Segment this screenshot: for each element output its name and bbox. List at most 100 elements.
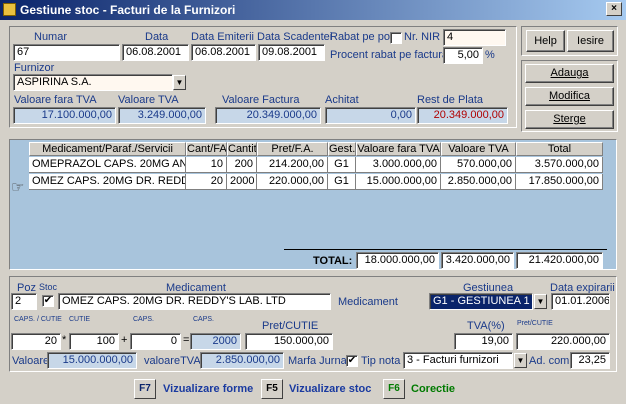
tip-nota-field[interactable]: 3 - Facturi furnizori [403, 352, 513, 369]
table-cell[interactable]: 214.200,00 [257, 157, 328, 173]
iesire-button[interactable]: Iesire [567, 30, 614, 52]
gestiunea-field[interactable]: G1 - GESTIUNEA 1 [429, 293, 533, 310]
total-label: TOTAL: [313, 255, 353, 267]
furnizor-label: Furnizor [14, 62, 55, 74]
tva-label: TVA(%) [467, 320, 505, 332]
total-value: 21.420.000,00 [516, 252, 603, 269]
table-cell[interactable]: 15.000.000,00 [356, 174, 441, 190]
column-header[interactable]: Cant/FA [186, 142, 227, 156]
table-cell[interactable]: G1 [328, 157, 356, 173]
table-cell[interactable]: 570.000,00 [441, 157, 516, 173]
sterge-button[interactable]: Sterge [525, 110, 614, 129]
gestiunea-dropdown-icon[interactable]: ▼ [534, 294, 547, 309]
stoc-checkbox[interactable]: ✔ [42, 295, 54, 307]
furnizor-field[interactable]: ASPIRINA S.A. [13, 74, 173, 91]
valoare-tva-field: 2.850.000,00 [200, 352, 284, 369]
total-fara-tva: 18.000.000,00 [356, 252, 439, 269]
table-cell[interactable]: 2.850.000,00 [441, 174, 516, 190]
stoc-label: Stoc [39, 282, 58, 292]
multiply-sign: * [62, 334, 67, 346]
table-cell[interactable]: 2000 [227, 174, 257, 190]
column-header[interactable]: Medicament/Paraf./Servicii [29, 142, 186, 156]
f5-label[interactable]: Vizualizare stoc [289, 383, 371, 395]
rabat-checkbox[interactable] [390, 32, 402, 44]
table-cell[interactable]: 20 [186, 174, 227, 190]
marfa-jurnal-label: Marfa Jurnal [288, 355, 350, 367]
table-cell[interactable]: OMEPRAZOL CAPS. 20MG ANTI [29, 157, 186, 173]
achitat-field: 0,00 [325, 107, 416, 124]
cutie-field[interactable]: 100 [69, 333, 119, 350]
caps2-label: CAPS. [193, 316, 215, 323]
column-header[interactable]: Pret/F.A. [257, 142, 328, 156]
column-header[interactable]: Gest. [328, 142, 356, 156]
numar-field[interactable]: 67 [13, 44, 120, 61]
pret-cutie-label: Pret/CUTIE [262, 320, 319, 332]
table-cell[interactable]: 3.000.000,00 [356, 157, 441, 173]
total-divider [284, 249, 607, 250]
nr-nir-field[interactable]: 4 [443, 29, 506, 46]
column-header[interactable]: Cantit. [227, 142, 257, 156]
ad-com-field[interactable]: 23,25 [570, 352, 610, 369]
data-emiterii-label: Data Emiterii [191, 31, 254, 43]
tva-field[interactable]: 19,00 [454, 333, 513, 350]
rest-field: 20.349.000,00 [417, 107, 508, 124]
equals-sign: = [183, 334, 190, 346]
close-icon[interactable]: × [606, 2, 622, 16]
medicament-side-label: Medicament [338, 296, 398, 308]
rabat-label: Rabat pe poz [330, 31, 396, 43]
procent-field[interactable]: 5,00 [443, 47, 483, 64]
valoare-field: 15.000.000,00 [47, 352, 137, 369]
procent-unit: % [485, 49, 495, 61]
table-cell[interactable]: 3.570.000,00 [516, 157, 603, 173]
val-tva-field: 3.249.000,00 [118, 107, 206, 124]
pret-cutie2-field[interactable]: 220.000,00 [516, 333, 610, 350]
help-button[interactable]: Help [526, 30, 565, 52]
app-icon [3, 3, 16, 16]
expirare-field[interactable]: 01.01.2006 [551, 293, 610, 310]
f7-label[interactable]: Vizualizare forme [163, 383, 253, 395]
caps-field[interactable]: 0 [130, 333, 181, 350]
poz-field[interactable]: 2 [11, 293, 37, 310]
column-header[interactable]: Valoare fara TVA [356, 142, 441, 156]
val-fara-tva-label: Valoare fara TVA [14, 94, 97, 106]
table-cell[interactable]: 17.850.000,00 [516, 174, 603, 190]
val-fara-tva-field: 17.100.000,00 [13, 107, 116, 124]
marfa-jurnal-checkbox[interactable]: ✔ [346, 355, 358, 367]
table-cell[interactable]: OMEZ CAPS. 20MG DR. REDDY [29, 174, 186, 190]
data-scadentei-field[interactable]: 09.08.2001 [258, 44, 325, 61]
data-label: Data [145, 31, 169, 43]
f5-key[interactable]: F5 [261, 379, 283, 399]
window-title-text: Gestiune stoc - Facturi de la Furnizori [20, 3, 236, 17]
table-cell[interactable]: 200 [227, 157, 257, 173]
column-header[interactable]: Total [516, 142, 603, 156]
table-cell[interactable]: 220.000,00 [257, 174, 328, 190]
data-emiterii-field[interactable]: 06.08.2001 [191, 44, 256, 61]
procent-label: Procent rabat pe factura [330, 49, 449, 61]
caps-cutie-label: CAPS. / CUTIE [14, 316, 62, 323]
pret-cutie-field[interactable]: 150.000,00 [245, 333, 333, 350]
plus-sign: + [121, 334, 128, 346]
f6-label[interactable]: Corectie [411, 383, 455, 395]
data-field[interactable]: 06.08.2001 [122, 44, 189, 61]
modifica-button[interactable]: Modifica [525, 87, 614, 106]
val-tva-label: Valoare TVA [118, 94, 179, 106]
adauga-button[interactable]: Adauga [525, 64, 614, 83]
table-cell[interactable]: 10 [186, 157, 227, 173]
ad-com-label: Ad. com. [529, 355, 573, 367]
caps-cutie-field[interactable]: 20 [11, 333, 61, 350]
val-factura-label: Valoare Factura [222, 94, 300, 106]
row-pointer-icon: ☞ [11, 179, 25, 196]
tip-nota-dropdown-icon[interactable]: ▼ [514, 353, 527, 368]
column-header[interactable]: Valoare TVA [441, 142, 516, 156]
caps2-field: 2000 [190, 333, 241, 350]
tip-nota-label: Tip nota [361, 355, 401, 367]
numar-label: Numar [34, 31, 68, 43]
f7-key[interactable]: F7 [134, 379, 156, 399]
f6-key[interactable]: F6 [383, 379, 405, 399]
valoare-tva-label: valoareTVA [144, 355, 201, 367]
data-scadentei-label: Data Scadentei [257, 31, 333, 43]
table-cell[interactable]: G1 [328, 174, 356, 190]
medicament-field[interactable]: OMEZ CAPS. 20MG DR. REDDY'S LAB. LTD [58, 293, 331, 310]
furnizor-dropdown-icon[interactable]: ▼ [173, 75, 186, 90]
total-tva: 3.420.000,00 [441, 252, 514, 269]
